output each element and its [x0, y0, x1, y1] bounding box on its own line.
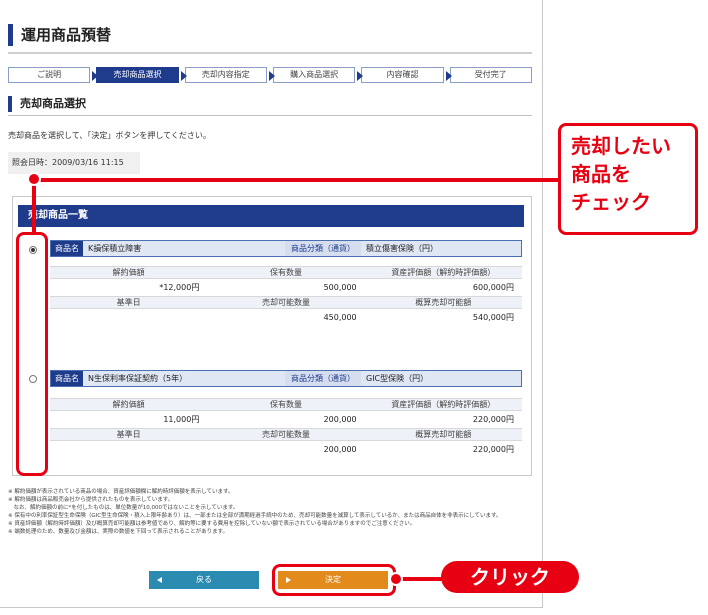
product-category: 積立傷害保険（円） — [361, 241, 521, 256]
grid-header: 保有数量 — [207, 398, 365, 410]
confirm-highlight — [272, 564, 396, 596]
callout-line-2: 商品を — [571, 162, 631, 186]
grid-header: 売却可能数量 — [207, 296, 365, 308]
title-divider — [8, 52, 532, 54]
step-5: 内容確認 — [361, 67, 452, 83]
product-name: K損保積立障害 — [83, 241, 285, 256]
product-detail-grid-2: 解約価額 保有数量 資産評価額（解約時評価額） 11,000円 200,000 … — [50, 398, 522, 458]
grid-header: 基準日 — [50, 296, 208, 308]
product-name: N生保利率保証契約（5年） — [83, 371, 285, 386]
click-label: クリック — [441, 561, 579, 593]
product-name-label: 商品名 — [51, 371, 83, 386]
note-line: ※ 資産評価額（解約時評価額）及び概算売却可能額は参考値であり、解約等に要する費… — [8, 521, 416, 527]
product-list-header: 売却商品一覧 — [14, 205, 524, 227]
grid-header: 概算売却可能額 — [364, 296, 522, 308]
callout-connector — [32, 178, 36, 234]
note-line: ※ 保有中の利率保証型生命保険（GIC型生命保険・積入上限年齢あり）は、一部また… — [8, 513, 502, 519]
callout-dot — [27, 172, 41, 186]
sellable-qty: 450,000 — [207, 308, 365, 326]
section-title: 売却商品選択 — [8, 96, 86, 112]
main-panel: 運用商品預替 ご説明 売却商品選択 売却内容指定 購入商品選択 内容確認 受付完… — [0, 0, 543, 608]
grid-header: 概算売却可能額 — [364, 428, 522, 440]
instruction-callout: 売却したい 商品を チェック — [558, 123, 698, 235]
grid-header: 基準日 — [50, 428, 208, 440]
note-line: なお、解約価額の前に*を付したものは、単位数量が10,000ではないことを示して… — [8, 505, 239, 511]
step-4: 購入商品選択 — [272, 67, 364, 83]
cancel-value: 11,000円 — [50, 410, 208, 428]
grid-header: 解約価額 — [50, 398, 208, 410]
base-date — [50, 440, 208, 458]
back-arrow-icon — [157, 577, 162, 583]
product-category-label: 商品分類（通貨） — [285, 241, 361, 256]
grid-header: 資産評価額（解約時評価額） — [364, 398, 522, 410]
product-category-label: 商品分類（通貨） — [285, 371, 361, 386]
step-indicator: ご説明 売却商品選択 売却内容指定 購入商品選択 内容確認 受付完了 — [8, 67, 532, 83]
click-dot — [389, 572, 403, 586]
step-2: 売却商品選択 — [96, 67, 187, 83]
back-button[interactable]: 戻る — [149, 571, 259, 589]
sellable-qty: 200,000 — [207, 440, 365, 458]
click-connector — [396, 577, 446, 581]
reference-date: 照会日時：2009/03/16 11:15 — [8, 152, 140, 174]
note-line: ※ 解約価額は商品販売会社から提供されたものを表示しています。 — [8, 497, 174, 503]
callout-connector — [32, 178, 558, 182]
asset-value: 220,000円 — [364, 410, 522, 428]
product-name-label: 商品名 — [51, 241, 83, 256]
grid-header: 資産評価額（解約時評価額） — [364, 266, 522, 278]
callout-line-3: チェック — [571, 190, 651, 214]
holding-qty: 500,000 — [207, 278, 365, 296]
grid-header: 売却可能数量 — [207, 428, 365, 440]
notes: ※ 解約価額が表示されている商品の場合、資産評価額欄に解約時評価額を表示していま… — [8, 488, 538, 536]
note-line: ※ 端数処理のため、数量及び金額は、実際の数値を下回って表示されることがあります… — [8, 529, 229, 535]
product-row-2: 商品名 N生保利率保証契約（5年） 商品分類（通貨） GIC型保険（円） — [50, 370, 522, 387]
callout-line-1: 売却したい — [571, 134, 671, 158]
radio-highlight — [16, 232, 48, 476]
step-6: 受付完了 — [449, 67, 532, 83]
grid-header: 解約価額 — [50, 266, 208, 278]
note-line: ※ 解約価額が表示されている商品の場合、資産評価額欄に解約時評価額を表示していま… — [8, 489, 234, 495]
step-3: 売却内容指定 — [184, 67, 275, 83]
instruction-text: 売却商品を選択して、「決定」ボタンを押してください。 — [8, 131, 211, 140]
sellable-amount: 220,000円 — [364, 440, 522, 458]
base-date — [50, 308, 208, 326]
product-detail-grid-1: 解約価額 保有数量 資産評価額（解約時評価額） *12,000円 500,000… — [50, 266, 522, 326]
grid-header: 保有数量 — [207, 266, 365, 278]
page-title: 運用商品預替 — [8, 24, 111, 46]
product-row-1: 商品名 K損保積立障害 商品分類（通貨） 積立傷害保険（円） — [50, 240, 522, 257]
asset-value: 600,000円 — [364, 278, 522, 296]
cancel-value: *12,000円 — [50, 278, 208, 296]
section-divider — [8, 115, 532, 116]
sellable-amount: 540,000円 — [364, 308, 522, 326]
product-category: GIC型保険（円） — [361, 371, 521, 386]
holding-qty: 200,000 — [207, 410, 365, 428]
step-1: ご説明 — [8, 67, 99, 83]
